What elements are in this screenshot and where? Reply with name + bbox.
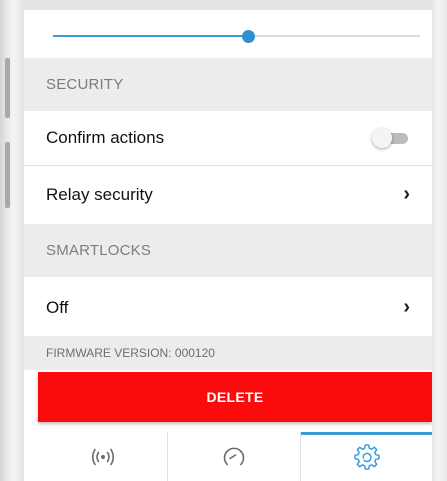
- smartlocks-value-label: Off: [46, 297, 69, 317]
- relay-security-label: Relay security: [46, 184, 153, 204]
- tab-gauge[interactable]: [168, 432, 301, 481]
- device-bezel-right: [432, 0, 447, 481]
- radio-signal-icon: [88, 445, 118, 469]
- slider-track[interactable]: [53, 35, 420, 37]
- top-strip: [24, 0, 432, 10]
- toggle-thumb: [372, 128, 392, 148]
- confirm-actions-toggle[interactable]: [372, 128, 408, 148]
- confirm-actions-label: Confirm actions: [46, 128, 165, 147]
- settings-gear-icon: [353, 443, 381, 471]
- device-side-button: [5, 142, 10, 208]
- slider-thumb[interactable]: [241, 30, 255, 43]
- chevron-right-icon: ›: [403, 183, 410, 205]
- firmware-version: FIRMWARE VERSION: 000120: [24, 336, 432, 370]
- relay-security-row[interactable]: Relay security ›: [24, 167, 432, 222]
- slider-fill: [53, 35, 248, 37]
- tab-settings[interactable]: [301, 432, 432, 481]
- delete-button[interactable]: DELETE: [38, 372, 432, 422]
- confirm-actions-row[interactable]: Confirm actions: [24, 111, 432, 166]
- gauge-icon: [221, 444, 247, 470]
- smartlocks-value-row[interactable]: Off ›: [24, 280, 432, 335]
- slider-row: [24, 10, 432, 58]
- settings-screen: SECURITY Confirm actions Relay security …: [24, 0, 432, 481]
- device-bezel-left: [0, 0, 24, 481]
- section-header-security: SECURITY: [24, 58, 432, 111]
- section-header-smartlocks: SMARTLOCKS: [24, 224, 432, 277]
- chevron-right-icon: ›: [403, 296, 410, 318]
- device-side-button: [5, 58, 10, 118]
- tab-radio[interactable]: [38, 432, 168, 481]
- bottom-tab-bar: [38, 432, 432, 481]
